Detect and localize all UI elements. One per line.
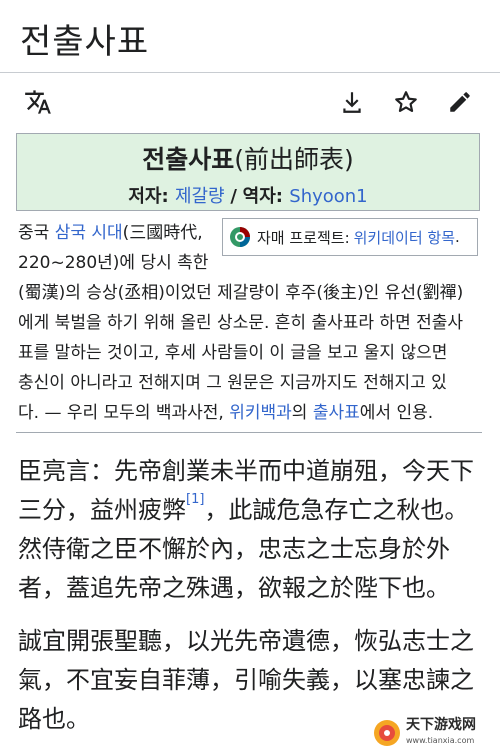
header-meta: 저자: 제갈량 / 역자: Shyoon1 [128, 186, 368, 207]
page-toolbar [0, 82, 500, 124]
download-icon[interactable] [336, 86, 368, 118]
header-title-main: 전출사표 [142, 145, 235, 174]
author-label: 저자 [128, 186, 162, 207]
header-title: 전출사표(前出師表) [17, 140, 479, 176]
site-watermark: 天下游戏网 www.tianxia.com [372, 715, 490, 751]
meta-separator: / [230, 186, 237, 207]
body-text: 臣亮言：先帝創業未半而中道崩殂，今天下 三分，益州疲弊[1]，此誠危急存亡之秋也… [18, 452, 488, 739]
title-divider [0, 72, 500, 73]
footnote-ref[interactable]: [1] [186, 492, 204, 507]
notice-divider [16, 432, 482, 433]
wikidata-icon [229, 226, 251, 248]
watermark-logo-icon [372, 718, 402, 748]
text-line: 氣，不宜妄自菲薄，引喻失義，以塞忠諫之 [18, 666, 474, 694]
star-icon[interactable] [390, 86, 422, 118]
text-line: 然侍衛之臣不懈於內，忠志之士忘身於外 [18, 535, 450, 563]
translator-link[interactable]: Shyoon1 [289, 186, 367, 207]
header-title-hanja: (前出師表) [234, 145, 354, 174]
author-link[interactable]: 제갈량 [175, 186, 225, 207]
page-title: 전출사표 [20, 22, 150, 62]
wikidata-box: 자매 프로젝트: 위키데이터 항목. [222, 218, 478, 256]
wikipedia-link[interactable]: 위키백과 [229, 403, 292, 423]
wikidata-link[interactable]: 위키데이터 항목 [354, 227, 455, 248]
text-line: 者，蓋追先帝之殊遇，欲報之於陛下也。 [18, 574, 450, 602]
text-line: 三分，益州疲弊[1]，此誠危急存亡之秋也。 [18, 492, 469, 524]
translate-icon[interactable] [22, 86, 54, 118]
edit-icon[interactable] [444, 86, 476, 118]
header-box: 전출사표(前出師表) 저자: 제갈량 / 역자: Shyoon1 [16, 133, 480, 211]
watermark-name: 天下游戏网 [406, 717, 476, 733]
translator-label: 역자 [242, 186, 276, 207]
wikidata-label: 자매 프로젝트: [257, 228, 350, 247]
text-line: 臣亮言：先帝創業未半而中道崩殂，今天下 [18, 457, 474, 485]
chusapyo-link[interactable]: 출사표 [313, 403, 360, 423]
three-kingdoms-link[interactable]: 삼국 시대 [55, 223, 123, 243]
text-line: 誠宜開張聖聽，以光先帝遺德，恢弘志士之 [18, 627, 474, 655]
watermark-url: www.tianxia.com [406, 736, 475, 745]
